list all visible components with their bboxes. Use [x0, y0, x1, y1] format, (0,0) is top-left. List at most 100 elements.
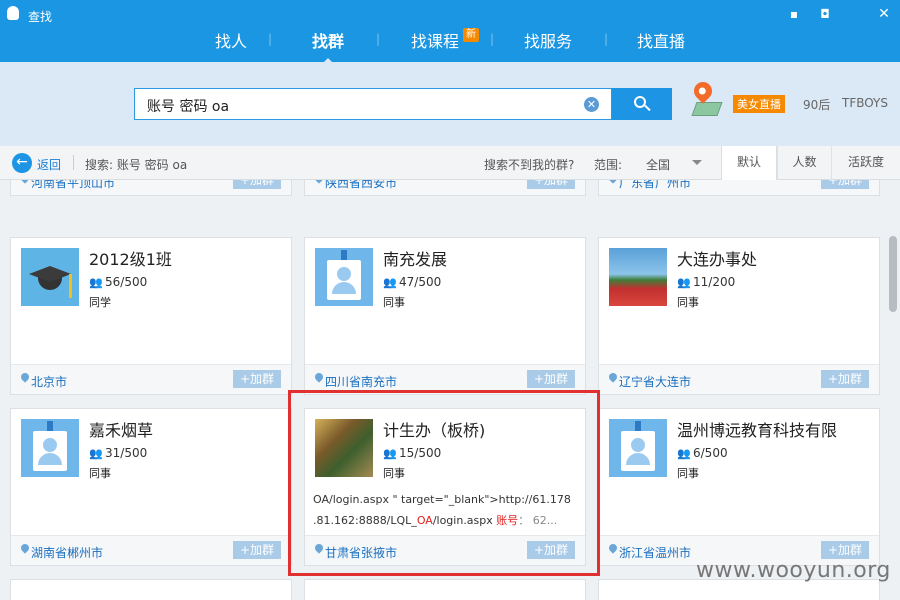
- group-name[interactable]: 嘉禾烟草: [89, 417, 153, 441]
- group-location[interactable]: 广东省广州市: [619, 180, 691, 191]
- member-count: 👥 6/500: [677, 446, 728, 460]
- group-card: 河南省平顶山市 +加群: [10, 180, 292, 196]
- sort-tab-members[interactable]: 人数: [777, 146, 831, 180]
- group-location[interactable]: 浙江省温州市: [619, 544, 691, 561]
- highlight-box: [288, 390, 600, 576]
- title-bar: 查找 ▪ ◘ ✕: [0, 0, 900, 24]
- qq-logo-icon: [7, 6, 19, 20]
- group-location[interactable]: 北京市: [31, 373, 67, 390]
- hot-link-tfboys[interactable]: TFBOYS: [842, 96, 888, 110]
- group-name[interactable]: 南充发展: [383, 246, 447, 270]
- search-input[interactable]: 账号 密码 oa ✕: [134, 88, 612, 120]
- group-card[interactable]: 温州博远教育科技有限 👥 6/500 同事 浙江省温州市 +加群: [598, 408, 880, 566]
- group-type: 同事: [383, 296, 405, 309]
- location-icon: [315, 180, 323, 185]
- lock-icon[interactable]: ◘: [815, 6, 835, 22]
- member-count: 👥 31/500: [89, 446, 148, 460]
- group-card[interactable]: 嘉禾烟草 👥 31/500 同事 湖南省郴州市 +加群: [10, 408, 292, 566]
- group-location[interactable]: 湖南省郴州市: [31, 544, 103, 561]
- nav-separator: |: [604, 32, 609, 46]
- group-card[interactable]: 南充发展 👥 47/500 同事 四川省南充市 +加群: [304, 237, 586, 395]
- tab-find-services[interactable]: 找服务: [524, 28, 572, 52]
- group-card[interactable]: [304, 579, 586, 600]
- join-group-button[interactable]: +加群: [821, 541, 869, 559]
- group-card[interactable]: 大连办事处 👥 11/200 同事 辽宁省大连市 +加群: [598, 237, 880, 395]
- group-card[interactable]: 2012级1班 👥 56/500 同学 北京市 +加群: [10, 237, 292, 395]
- member-count: 👥 11/200: [677, 275, 736, 289]
- map-pin-icon[interactable]: [690, 78, 723, 118]
- scrollbar-thumb[interactable]: [889, 236, 897, 312]
- window-title: 查找: [28, 10, 53, 24]
- group-card: 陕西省西安市 +加群: [304, 180, 586, 196]
- search-button[interactable]: [612, 88, 672, 120]
- search-summary: 搜索: 账号 密码 oa: [85, 158, 188, 172]
- location-icon: [609, 373, 617, 384]
- location-icon: [609, 544, 617, 555]
- watermark: www.wooyun.org: [696, 558, 891, 583]
- range-label: 范围:: [594, 158, 623, 172]
- location-icon: [609, 180, 617, 185]
- back-link[interactable]: 返回: [37, 156, 61, 173]
- group-location[interactable]: 河南省平顶山市: [31, 180, 115, 191]
- join-group-button[interactable]: +加群: [233, 541, 281, 559]
- sort-tab-activity[interactable]: 活跃度: [831, 146, 900, 180]
- members-icon: 👥: [677, 276, 691, 289]
- group-location[interactable]: 陕西省西安市: [325, 180, 397, 191]
- filter-bar: ← 返回 搜索: 账号 密码 oa 搜索不到我的群? 范围: 全国 默认 人数 …: [0, 146, 900, 181]
- range-select[interactable]: 全国: [646, 156, 670, 173]
- members-icon: 👥: [89, 447, 103, 460]
- search-input-value: 账号 密码 oa: [147, 99, 230, 115]
- location-icon: [21, 373, 29, 384]
- group-type: 同事: [89, 467, 111, 480]
- group-type: 同事: [677, 467, 699, 480]
- group-name[interactable]: 温州博远教育科技有限: [677, 417, 837, 441]
- id-badge-icon: [315, 248, 373, 306]
- members-icon: 👥: [677, 447, 691, 460]
- join-group-button[interactable]: +加群: [821, 370, 869, 388]
- nav-separator: |: [268, 32, 273, 46]
- hot-link-90s[interactable]: 90后: [803, 96, 830, 113]
- scrollbar[interactable]: [886, 180, 900, 600]
- clear-icon[interactable]: ✕: [584, 97, 599, 112]
- main-nav: 找人 | 找群 | 找课程 新 | 找服务 | 找直播: [0, 24, 900, 64]
- location-icon: [315, 373, 323, 384]
- location-icon: [21, 544, 29, 555]
- members-icon: 👥: [89, 276, 103, 289]
- graduation-cap-icon: [21, 248, 79, 306]
- member-count: 👥 47/500: [383, 275, 442, 289]
- group-photo-icon: [609, 248, 667, 306]
- back-arrow-icon[interactable]: ←: [12, 153, 32, 173]
- join-group-button[interactable]: +加群: [233, 370, 281, 388]
- tab-find-groups[interactable]: 找群: [312, 28, 344, 64]
- group-location[interactable]: 四川省南充市: [325, 373, 397, 390]
- group-name[interactable]: 大连办事处: [677, 246, 757, 270]
- feedback-icon[interactable]: ▪: [784, 6, 804, 22]
- member-count: 👥 56/500: [89, 275, 148, 289]
- not-found-link[interactable]: 搜索不到我的群?: [484, 156, 574, 173]
- members-icon: 👥: [383, 276, 397, 289]
- group-type: 同学: [89, 296, 111, 309]
- join-group-button[interactable]: +加群: [821, 180, 869, 189]
- join-group-button[interactable]: +加群: [527, 180, 575, 189]
- join-group-button[interactable]: +加群: [527, 370, 575, 388]
- group-type: 同事: [677, 296, 699, 309]
- tab-find-courses[interactable]: 找课程: [411, 28, 459, 52]
- tab-find-people[interactable]: 找人: [215, 28, 247, 52]
- group-card[interactable]: [10, 579, 292, 600]
- group-card: 广东省广州市 +加群: [598, 180, 880, 196]
- group-name[interactable]: 2012级1班: [89, 246, 172, 270]
- hot-tag[interactable]: 美女直播: [733, 95, 785, 113]
- group-location[interactable]: 辽宁省大连市: [619, 373, 691, 390]
- chevron-down-icon[interactable]: [692, 160, 702, 165]
- nav-separator: |: [376, 32, 381, 46]
- top-bar: 查找 ▪ ◘ ✕ 找人 | 找群 | 找课程 新 | 找服务 | 找直播: [0, 0, 900, 64]
- id-badge-icon: [21, 419, 79, 477]
- nav-separator: |: [490, 32, 495, 46]
- tab-find-live[interactable]: 找直播: [637, 28, 685, 52]
- close-icon[interactable]: ✕: [874, 6, 894, 22]
- sort-tab-default[interactable]: 默认: [721, 146, 777, 181]
- location-icon: [21, 180, 29, 185]
- join-group-button[interactable]: +加群: [233, 180, 281, 189]
- new-badge: 新: [463, 28, 479, 42]
- id-badge-icon: [609, 419, 667, 477]
